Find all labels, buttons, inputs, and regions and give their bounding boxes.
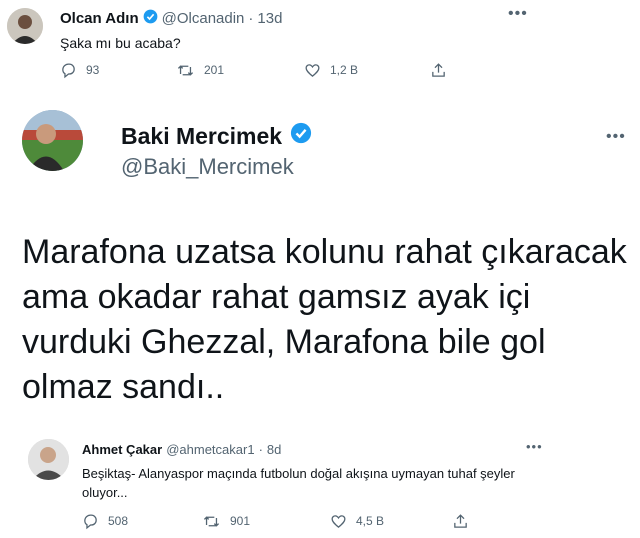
tweet-text: Şaka mı bu acaba?	[60, 35, 181, 51]
retweet-icon	[177, 64, 194, 76]
quoted-tweet-text: Marafona uzatsa kolunu rahat çıkaracak a…	[22, 233, 627, 406]
inner-tweet[interactable]: Ahmet Çakar @ahmetcakar1 · 8d ••• Beşikt…	[22, 432, 562, 536]
top-tweet-actions: 93 201 1,2 B	[60, 61, 460, 79]
olcan-avatar[interactable]	[7, 8, 43, 44]
reply-button[interactable]: 508	[82, 513, 128, 530]
timestamp[interactable]: 13d	[257, 10, 282, 27]
share-icon	[432, 62, 445, 77]
inner-tweet-actions: 508 901 4,5 B	[82, 512, 502, 530]
quoted-tweet[interactable]: Baki Mercimek @Baki_Mercimek ••• Marafon…	[0, 102, 640, 538]
like-button[interactable]: 4,5 B	[330, 513, 384, 530]
more-icon[interactable]: •••	[508, 5, 528, 23]
display-name[interactable]: Ahmet Çakar	[82, 442, 162, 457]
reply-count: 508	[108, 514, 129, 528]
verified-badge-icon	[290, 122, 312, 150]
reply-count: 93	[86, 63, 100, 77]
reply-button[interactable]: 93	[60, 62, 99, 79]
top-tweet[interactable]: Olcan Adın @Olcanadin · 13d ••• Şaka mı …	[0, 0, 640, 90]
baki-avatar[interactable]	[22, 110, 83, 171]
retweet-count: 901	[230, 514, 251, 528]
retweet-icon	[203, 515, 220, 527]
reply-icon	[62, 62, 75, 78]
more-icon[interactable]: •••	[526, 439, 543, 454]
like-count: 4,5 B	[356, 514, 385, 528]
retweet-button[interactable]: 201	[176, 62, 224, 79]
share-button[interactable]	[430, 62, 456, 79]
like-icon	[331, 514, 346, 528]
share-icon	[454, 513, 467, 528]
like-button[interactable]: 1,2 B	[304, 62, 358, 79]
ahmet-avatar[interactable]	[28, 439, 69, 480]
more-icon[interactable]: •••	[606, 128, 626, 146]
top-tweet-header: Olcan Adın @Olcanadin · 13d	[60, 9, 282, 28]
share-button[interactable]	[452, 513, 478, 530]
handle[interactable]: @Baki_Mercimek	[121, 154, 294, 180]
separator-dot: ·	[258, 442, 263, 457]
handle[interactable]: @ahmetcakar1	[166, 442, 254, 457]
timestamp[interactable]: 8d	[267, 442, 281, 457]
display-name[interactable]: Baki Mercimek	[121, 123, 282, 150]
inner-tweet-text: Beşiktaş- Alanyaspor maçında futbolun do…	[82, 466, 515, 500]
separator-dot: ·	[248, 10, 254, 27]
handle[interactable]: @Olcanadin	[162, 10, 245, 27]
inner-tweet-header: Ahmet Çakar @ahmetcakar1 · 8d	[82, 442, 281, 457]
like-icon	[305, 63, 320, 77]
reply-icon	[84, 513, 97, 529]
retweet-count: 201	[204, 63, 225, 77]
retweet-button[interactable]: 901	[202, 513, 250, 530]
like-count: 1,2 B	[330, 63, 359, 77]
verified-badge-icon	[143, 9, 158, 28]
quoted-header: Baki Mercimek	[121, 122, 316, 150]
display-name[interactable]: Olcan Adın	[60, 10, 139, 27]
